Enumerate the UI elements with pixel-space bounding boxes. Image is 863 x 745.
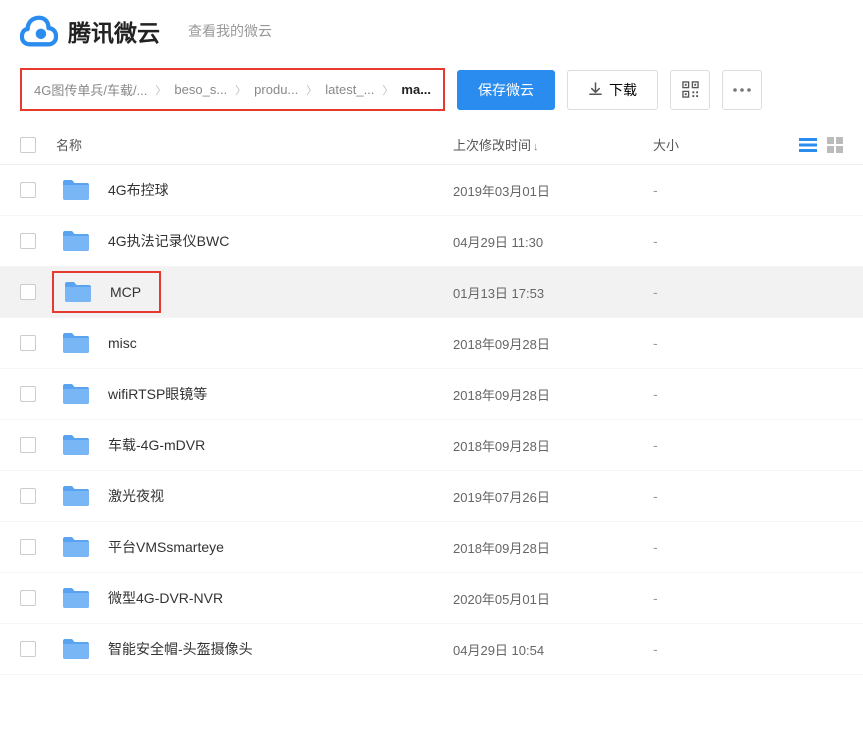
breadcrumb-item[interactable]: beso_s...	[174, 82, 227, 97]
chevron-right-icon: 〉	[235, 82, 246, 98]
save-button[interactable]: 保存微云	[457, 70, 555, 110]
grid-view-button[interactable]	[827, 137, 843, 153]
breadcrumb-item[interactable]: latest_...	[325, 82, 374, 97]
row-checkbox[interactable]	[20, 437, 36, 453]
file-name[interactable]: MCP	[110, 284, 141, 300]
row-checkbox[interactable]	[20, 182, 36, 198]
chevron-right-icon: 〉	[155, 82, 166, 98]
subtitle-link[interactable]: 查看我的微云	[188, 21, 272, 41]
save-button-label: 保存微云	[478, 80, 534, 100]
folder-icon	[64, 281, 92, 303]
file-name[interactable]: misc	[108, 335, 453, 351]
file-size: -	[653, 539, 843, 555]
folder-icon	[62, 179, 90, 201]
file-modified-time: 04月29日 11:30	[453, 232, 653, 251]
select-all-wrap	[20, 137, 50, 153]
column-size[interactable]: 大小	[653, 135, 773, 154]
file-size: -	[653, 488, 843, 504]
more-button[interactable]	[722, 70, 762, 110]
file-modified-time: 2020年05月01日	[453, 589, 653, 608]
cloud-logo-icon	[20, 12, 58, 50]
file-size: -	[653, 233, 843, 249]
select-all-checkbox[interactable]	[20, 137, 36, 153]
file-name[interactable]: 车载-4G-mDVR	[108, 435, 453, 455]
grid-view-icon	[827, 137, 843, 153]
highlighted-folder: MCP	[52, 271, 161, 313]
brand-name: 腾讯微云	[68, 14, 160, 48]
list-header: 名称 上次修改时间↓ 大小	[0, 125, 863, 165]
table-row[interactable]: 平台VMSsmarteye2018年09月28日-	[0, 522, 863, 573]
file-size: -	[653, 284, 843, 300]
file-size: -	[653, 590, 843, 606]
table-row[interactable]: MCP 01月13日 17:53-	[0, 267, 863, 318]
row-checkbox[interactable]	[20, 590, 36, 606]
table-row[interactable]: 4G布控球2019年03月01日-	[0, 165, 863, 216]
page-header: 腾讯微云 查看我的微云	[0, 0, 863, 68]
file-size: -	[653, 641, 843, 657]
folder-icon	[62, 638, 90, 660]
table-row[interactable]: 4G执法记录仪BWC04月29日 11:30-	[0, 216, 863, 267]
column-name[interactable]: 名称	[50, 135, 453, 154]
file-name[interactable]: 4G布控球	[108, 180, 453, 200]
folder-icon	[62, 332, 90, 354]
table-row[interactable]: misc2018年09月28日-	[0, 318, 863, 369]
qrcode-icon	[682, 81, 699, 98]
folder-icon	[62, 485, 90, 507]
download-button[interactable]: 下载	[567, 70, 658, 110]
download-button-label: 下载	[609, 80, 637, 100]
chevron-right-icon: 〉	[382, 82, 393, 98]
file-name[interactable]: 4G执法记录仪BWC	[108, 231, 453, 251]
table-row[interactable]: 激光夜视2019年07月26日-	[0, 471, 863, 522]
row-checkbox[interactable]	[20, 641, 36, 657]
logo[interactable]: 腾讯微云	[20, 12, 160, 50]
sort-desc-icon: ↓	[533, 141, 539, 153]
file-modified-time: 2019年03月01日	[453, 181, 653, 200]
file-name[interactable]: 激光夜视	[108, 486, 453, 506]
file-name[interactable]: 平台VMSsmarteye	[108, 537, 453, 557]
file-name[interactable]: 微型4G-DVR-NVR	[108, 588, 453, 608]
folder-icon	[62, 383, 90, 405]
file-name[interactable]: 智能安全帽-头盔摄像头	[108, 639, 453, 659]
table-row[interactable]: 智能安全帽-头盔摄像头04月29日 10:54-	[0, 624, 863, 675]
file-modified-time: 2018年09月28日	[453, 334, 653, 353]
breadcrumb: 4G图传单兵/车载/... 〉 beso_s... 〉 produ... 〉 latest_…	[20, 68, 445, 111]
list-view-button[interactable]	[799, 137, 817, 153]
chevron-right-icon: 〉	[306, 82, 317, 98]
file-size: -	[653, 182, 843, 198]
download-icon	[588, 82, 603, 97]
breadcrumb-item[interactable]: 4G图传单兵/车载/...	[34, 80, 147, 99]
file-modified-time: 2018年09月28日	[453, 436, 653, 455]
list-view-icon	[799, 137, 817, 153]
table-row[interactable]: 微型4G-DVR-NVR2020年05月01日-	[0, 573, 863, 624]
file-size: -	[653, 335, 843, 351]
row-checkbox[interactable]	[20, 539, 36, 555]
view-toggle	[773, 137, 843, 153]
file-modified-time: 01月13日 17:53	[453, 283, 653, 302]
more-icon	[733, 88, 751, 92]
file-list: 4G布控球2019年03月01日-4G执法记录仪BWC04月29日 11:30-…	[0, 165, 863, 675]
row-checkbox[interactable]	[20, 284, 36, 300]
file-modified-time: 2018年09月28日	[453, 538, 653, 557]
table-row[interactable]: 车载-4G-mDVR2018年09月28日-	[0, 420, 863, 471]
folder-icon	[62, 536, 90, 558]
row-checkbox[interactable]	[20, 233, 36, 249]
file-size: -	[653, 386, 843, 402]
breadcrumb-item[interactable]: ma...	[401, 82, 431, 97]
file-name[interactable]: wifiRTSP眼镜等	[108, 384, 453, 404]
folder-icon	[62, 434, 90, 456]
breadcrumb-item[interactable]: produ...	[254, 82, 298, 97]
table-row[interactable]: wifiRTSP眼镜等2018年09月28日-	[0, 369, 863, 420]
qrcode-button[interactable]	[670, 70, 710, 110]
folder-icon	[62, 587, 90, 609]
file-modified-time: 2018年09月28日	[453, 385, 653, 404]
file-modified-time: 2019年07月26日	[453, 487, 653, 506]
column-time[interactable]: 上次修改时间↓	[453, 135, 653, 154]
file-modified-time: 04月29日 10:54	[453, 640, 653, 659]
row-checkbox[interactable]	[20, 386, 36, 402]
row-checkbox[interactable]	[20, 335, 36, 351]
file-size: -	[653, 437, 843, 453]
toolbar: 4G图传单兵/车载/... 〉 beso_s... 〉 produ... 〉 latest_…	[0, 68, 863, 125]
row-checkbox[interactable]	[20, 488, 36, 504]
folder-icon	[62, 230, 90, 252]
